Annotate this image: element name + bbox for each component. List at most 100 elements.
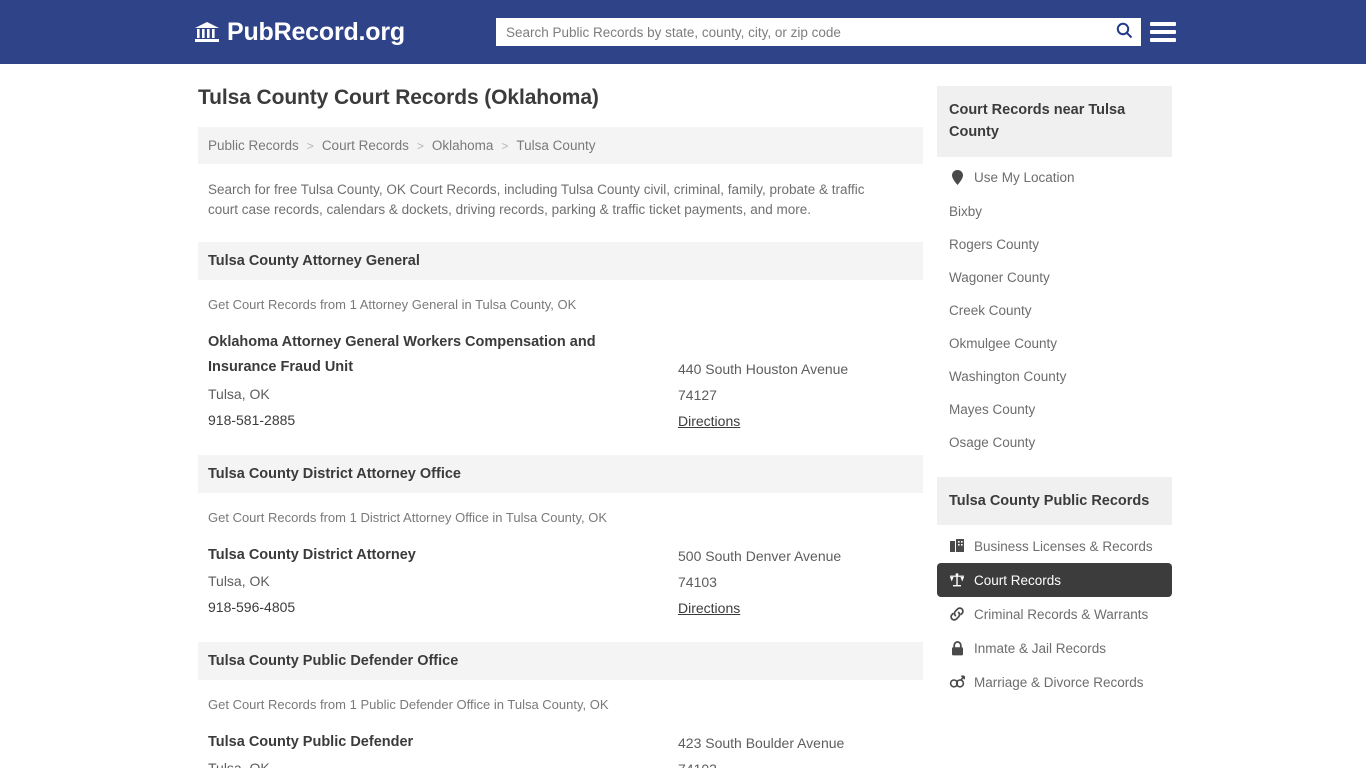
panel-nearby-court-records: Court Records near Tulsa County Use My L…	[937, 86, 1172, 459]
section-public-defender-office: Tulsa County Public Defender Office Get …	[198, 642, 923, 768]
page-description: Search for free Tulsa County, OK Court R…	[198, 164, 898, 221]
breadcrumb-item-public-records[interactable]: Public Records	[208, 138, 299, 153]
sidebar-item-label: Mayes County	[949, 402, 1035, 417]
sidebar-item-court-records[interactable]: Court Records	[937, 563, 1172, 597]
panel-title: Tulsa County Public Records	[937, 477, 1172, 525]
map-pin-icon	[949, 170, 965, 186]
sidebar-item-use-my-location[interactable]: Use My Location	[937, 161, 1172, 195]
sidebar-item-okmulgee-county[interactable]: Okmulgee County	[937, 327, 1172, 360]
page-title: Tulsa County Court Records (Oklahoma)	[198, 86, 923, 110]
bank-building-icon	[194, 19, 220, 45]
breadcrumb-item-oklahoma[interactable]: Oklahoma	[432, 138, 494, 153]
sidebar-item-label: Washington County	[949, 369, 1066, 384]
sidebar-item-label: Marriage & Divorce Records	[974, 675, 1144, 690]
menu-bar-3	[1150, 38, 1176, 42]
listing-phone[interactable]: 918-596-4805	[208, 594, 678, 620]
sidebar-item-label: Creek County	[949, 303, 1032, 318]
directions-link[interactable]: Directions	[678, 408, 740, 434]
breadcrumb-separator-icon: >	[501, 139, 508, 153]
listing-right-column: 440 South Houston Avenue 74127 Direction…	[678, 330, 913, 434]
site-logo-link[interactable]: PubRecord.org	[194, 18, 405, 47]
listing-address: 423 South Boulder Avenue	[678, 730, 913, 756]
main-content-column: Tulsa County Court Records (Oklahoma) Pu…	[198, 86, 923, 768]
sidebar-item-label: Business Licenses & Records	[974, 539, 1153, 554]
listing-city-state: Tulsa, OK	[208, 381, 678, 407]
hamburger-menu-icon[interactable]	[1150, 18, 1176, 46]
sidebar-item-washington-county[interactable]: Washington County	[937, 360, 1172, 393]
listing-phone[interactable]: 918-581-2885	[208, 407, 678, 433]
sidebar-item-label: Okmulgee County	[949, 336, 1057, 351]
scales-of-justice-icon	[949, 572, 965, 588]
listing-city-state: Tulsa, OK	[208, 755, 678, 768]
sidebar-item-business-licenses[interactable]: Business Licenses & Records	[937, 529, 1172, 563]
gender-symbols-icon	[949, 674, 965, 690]
panel-title: Court Records near Tulsa County	[937, 86, 1172, 157]
section-subtitle: Get Court Records from 1 Public Defender…	[198, 680, 923, 712]
listing-name: Oklahoma Attorney General Workers Compen…	[208, 330, 648, 382]
listing-zip: 74103	[678, 756, 913, 768]
listing-right-column: 500 South Denver Avenue 74103 Directions	[678, 543, 913, 621]
sidebar-item-label: Inmate & Jail Records	[974, 641, 1106, 656]
sidebar-item-inmate-jail-records[interactable]: Inmate & Jail Records	[937, 631, 1172, 665]
panel-list: Business Licenses & Records	[937, 525, 1172, 699]
listing-right-column: 423 South Boulder Avenue 74103	[678, 730, 913, 768]
listing-left-column: Tulsa County District Attorney Tulsa, OK…	[208, 543, 678, 621]
breadcrumb: Public Records > Court Records > Oklahom…	[198, 127, 923, 164]
sidebar-item-bixby[interactable]: Bixby	[937, 195, 1172, 228]
sidebar-item-criminal-records[interactable]: Criminal Records & Warrants	[937, 597, 1172, 631]
sidebar-item-rogers-county[interactable]: Rogers County	[937, 228, 1172, 261]
breadcrumb-item-tulsa-county[interactable]: Tulsa County	[516, 138, 595, 153]
section-title: Tulsa County Public Defender Office	[198, 642, 923, 680]
listing-row: Oklahoma Attorney General Workers Compen…	[198, 312, 923, 434]
site-header: PubRecord.org	[0, 0, 1366, 64]
section-district-attorney-office: Tulsa County District Attorney Office Ge…	[198, 455, 923, 621]
section-title: Tulsa County District Attorney Office	[198, 455, 923, 493]
sidebar-item-label: Rogers County	[949, 237, 1039, 252]
listing-row: Tulsa County District Attorney Tulsa, OK…	[198, 525, 923, 621]
section-attorney-general: Tulsa County Attorney General Get Court …	[198, 242, 923, 434]
listing-left-column: Oklahoma Attorney General Workers Compen…	[208, 330, 678, 434]
breadcrumb-separator-icon: >	[417, 139, 424, 153]
page-body: Tulsa County Court Records (Oklahoma) Pu…	[0, 64, 1366, 768]
sidebar-item-osage-county[interactable]: Osage County	[937, 426, 1172, 459]
search-bar[interactable]	[496, 18, 1141, 46]
sidebar-item-label: Osage County	[949, 435, 1035, 450]
search-input[interactable]	[496, 18, 1107, 46]
brand-name: PubRecord.org	[227, 18, 405, 47]
search-icon	[1116, 22, 1133, 42]
content-container: Tulsa County Court Records (Oklahoma) Pu…	[198, 64, 1168, 768]
sidebar-item-marriage-divorce-records[interactable]: Marriage & Divorce Records	[937, 665, 1172, 699]
breadcrumb-separator-icon: >	[307, 139, 314, 153]
listing-name: Tulsa County District Attorney	[208, 543, 648, 569]
directions-link[interactable]: Directions	[678, 595, 740, 621]
listing-address: 440 South Houston Avenue	[678, 356, 913, 382]
chain-link-icon	[949, 606, 965, 622]
briefcase-icon	[949, 538, 965, 554]
listing-name: Tulsa County Public Defender	[208, 730, 648, 756]
listing-zip: 74127	[678, 382, 913, 408]
sidebar: Court Records near Tulsa County Use My L…	[937, 86, 1172, 768]
listing-address: 500 South Denver Avenue	[678, 543, 913, 569]
section-title: Tulsa County Attorney General	[198, 242, 923, 280]
listing-right-spacer	[678, 330, 913, 356]
panel-list: Use My Location Bixby Rogers County Wago…	[937, 157, 1172, 459]
breadcrumb-item-court-records[interactable]: Court Records	[322, 138, 409, 153]
sidebar-item-label: Criminal Records & Warrants	[974, 607, 1148, 622]
search-button[interactable]	[1107, 18, 1141, 46]
sidebar-item-creek-county[interactable]: Creek County	[937, 294, 1172, 327]
section-subtitle: Get Court Records from 1 Attorney Genera…	[198, 280, 923, 312]
listing-zip: 74103	[678, 569, 913, 595]
sidebar-item-mayes-county[interactable]: Mayes County	[937, 393, 1172, 426]
sidebar-item-wagoner-county[interactable]: Wagoner County	[937, 261, 1172, 294]
listing-row: Tulsa County Public Defender Tulsa, OK 4…	[198, 712, 923, 768]
listing-city-state: Tulsa, OK	[208, 568, 678, 594]
listing-left-column: Tulsa County Public Defender Tulsa, OK	[208, 730, 678, 768]
sidebar-item-label: Use My Location	[974, 170, 1075, 185]
menu-bar-1	[1150, 22, 1176, 26]
sidebar-item-label: Bixby	[949, 204, 982, 219]
sidebar-item-label: Wagoner County	[949, 270, 1050, 285]
panel-public-records: Tulsa County Public Records	[937, 477, 1172, 699]
lock-icon	[949, 640, 965, 656]
section-subtitle: Get Court Records from 1 District Attorn…	[198, 493, 923, 525]
menu-bar-2	[1150, 30, 1176, 34]
